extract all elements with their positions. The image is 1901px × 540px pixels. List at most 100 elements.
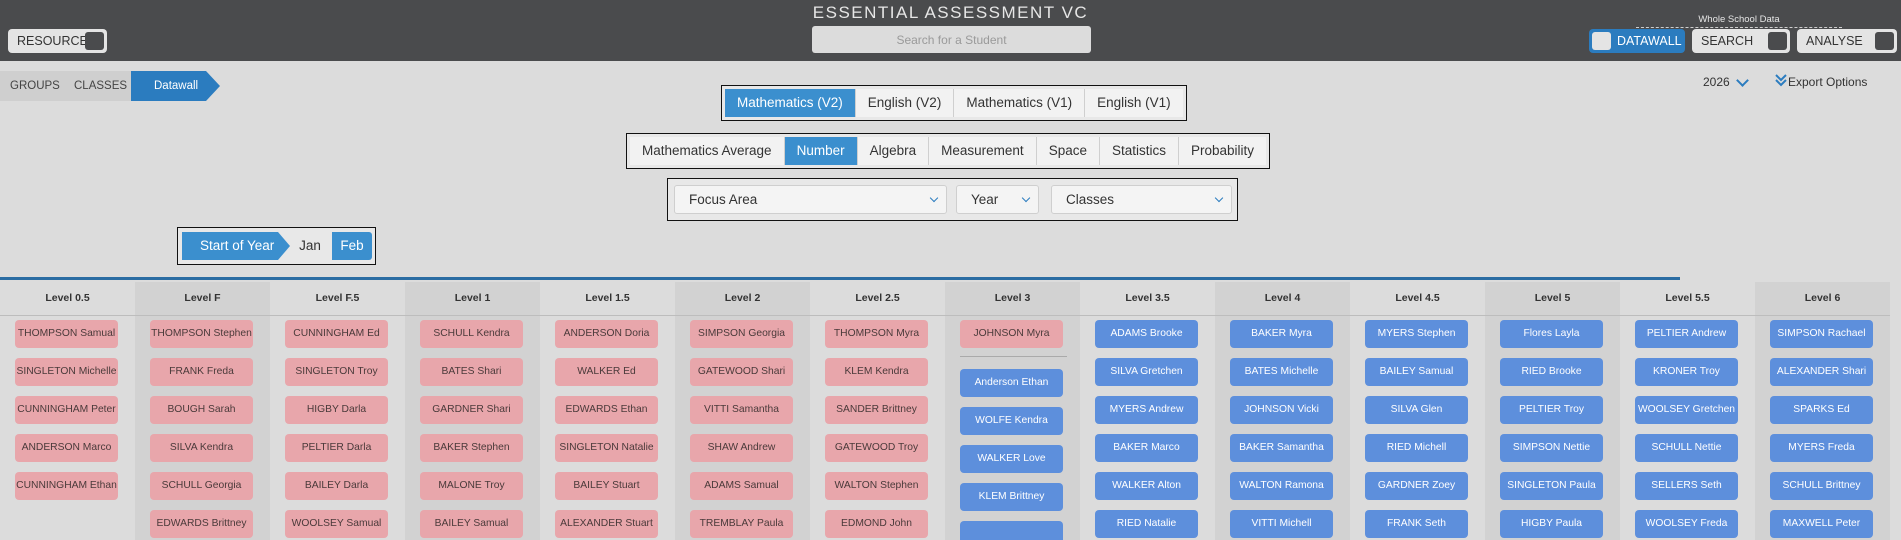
student-card[interactable]: SPARKS Ed bbox=[1770, 396, 1873, 424]
subject-tab[interactable]: English (V1) bbox=[1085, 89, 1183, 117]
student-card[interactable]: CUNNINGHAM Peter bbox=[15, 396, 118, 424]
focus-area-select[interactable]: Focus Area bbox=[674, 185, 947, 214]
student-card[interactable]: SIMPSON Rachael bbox=[1770, 320, 1873, 348]
student-card[interactable]: JOHNSON Myra bbox=[960, 320, 1063, 348]
student-search-input[interactable] bbox=[812, 26, 1091, 53]
student-card[interactable]: VITTI Samantha bbox=[690, 396, 793, 424]
strand-tab[interactable]: Probability bbox=[1178, 137, 1267, 165]
student-card[interactable]: GATEWOOD Troy bbox=[825, 434, 928, 462]
subject-tab[interactable]: Mathematics (V1) bbox=[954, 89, 1086, 117]
student-card[interactable]: ALEXANDER Stuart bbox=[555, 510, 658, 538]
student-card[interactable]: ANDERSON Doria bbox=[555, 320, 658, 348]
student-card[interactable]: THOMPSON Stephen bbox=[150, 320, 253, 348]
student-card[interactable]: WOOLSEY Samual bbox=[285, 510, 388, 538]
student-card[interactable]: ADAMS Brooke bbox=[1095, 320, 1198, 348]
student-card[interactable]: GARDNER Shari bbox=[420, 396, 523, 424]
student-card[interactable]: TREMBLAY Paula bbox=[690, 510, 793, 538]
period-feb[interactable]: Feb bbox=[332, 232, 372, 260]
subject-tab[interactable]: English (V2) bbox=[855, 89, 955, 117]
classes-select[interactable]: Classes bbox=[1051, 185, 1232, 214]
student-card[interactable]: SINGLETON Paula bbox=[1500, 472, 1603, 500]
student-card[interactable] bbox=[960, 521, 1063, 540]
student-card[interactable]: PELTIER Darla bbox=[285, 434, 388, 462]
student-card[interactable]: WALTON Stephen bbox=[825, 472, 928, 500]
student-card[interactable]: THOMPSON Myra bbox=[825, 320, 928, 348]
student-card[interactable]: BOUGH Sarah bbox=[150, 396, 253, 424]
year-filter-select[interactable]: Year bbox=[956, 185, 1039, 214]
student-card[interactable]: PELTIER Andrew bbox=[1635, 320, 1738, 348]
breadcrumb-groups[interactable]: GROUPS bbox=[0, 71, 68, 101]
student-card[interactable]: SCHULL Nettie bbox=[1635, 434, 1738, 462]
student-card[interactable]: BAKER Samantha bbox=[1230, 434, 1333, 462]
student-card[interactable]: SINGLETON Michelle bbox=[15, 358, 118, 386]
period-start-of-year[interactable]: Start of Year bbox=[182, 232, 278, 260]
search-button[interactable]: SEARCH bbox=[1692, 29, 1790, 53]
student-card[interactable]: ANDERSON Marco bbox=[15, 434, 118, 462]
student-card[interactable]: BATES Michelle bbox=[1230, 358, 1333, 386]
student-card[interactable]: BAKER Marco bbox=[1095, 434, 1198, 462]
student-card[interactable]: BAKER Stephen bbox=[420, 434, 523, 462]
strand-tab[interactable]: Measurement bbox=[929, 137, 1037, 165]
strand-tab[interactable]: Mathematics Average bbox=[630, 137, 785, 165]
subject-tab[interactable]: Mathematics (V2) bbox=[725, 89, 856, 117]
student-card[interactable]: WOOLSEY Freda bbox=[1635, 510, 1738, 538]
student-card[interactable]: Flores Layla bbox=[1500, 320, 1603, 348]
student-card[interactable]: MYERS Stephen bbox=[1365, 320, 1468, 348]
student-card[interactable]: SIMPSON Georgia bbox=[690, 320, 793, 348]
strand-tab[interactable]: Space bbox=[1036, 137, 1100, 165]
student-card[interactable]: BAILEY Samual bbox=[420, 510, 523, 538]
student-card[interactable]: KLEM Brittney bbox=[960, 483, 1063, 511]
student-card[interactable]: EDMOND John bbox=[825, 510, 928, 538]
student-card[interactable]: FRANK Freda bbox=[150, 358, 253, 386]
student-card[interactable]: SCHULL Brittney bbox=[1770, 472, 1873, 500]
student-card[interactable]: HIGBY Paula bbox=[1500, 510, 1603, 538]
student-card[interactable]: JOHNSON Vicki bbox=[1230, 396, 1333, 424]
year-select[interactable]: 2026 bbox=[1703, 75, 1730, 89]
student-card[interactable]: WOLFE Kendra bbox=[960, 407, 1063, 435]
student-card[interactable]: BAILEY Darla bbox=[285, 472, 388, 500]
student-card[interactable]: PELTIER Troy bbox=[1500, 396, 1603, 424]
analyse-button[interactable]: ANALYSE bbox=[1797, 29, 1897, 53]
strand-tab[interactable]: Algebra bbox=[857, 137, 930, 165]
student-card[interactable]: BAILEY Stuart bbox=[555, 472, 658, 500]
chevron-down-icon[interactable] bbox=[1736, 74, 1749, 87]
strand-tab[interactable]: Number bbox=[784, 137, 858, 165]
student-card[interactable]: SILVA Kendra bbox=[150, 434, 253, 462]
student-card[interactable]: WALKER Love bbox=[960, 445, 1063, 473]
student-card[interactable]: EDWARDS Brittney bbox=[150, 510, 253, 538]
student-card[interactable]: SIMPSON Nettie bbox=[1500, 434, 1603, 462]
resources-button[interactable]: RESOURCES bbox=[8, 29, 107, 53]
student-card[interactable]: KLEM Kendra bbox=[825, 358, 928, 386]
student-card[interactable]: SANDER Brittney bbox=[825, 396, 928, 424]
period-jan[interactable]: Jan bbox=[294, 232, 326, 260]
student-card[interactable]: WALKER Alton bbox=[1095, 472, 1198, 500]
student-card[interactable]: KRONER Troy bbox=[1635, 358, 1738, 386]
student-card[interactable]: SINGLETON Natalie bbox=[555, 434, 658, 462]
student-card[interactable]: WALTON Ramona bbox=[1230, 472, 1333, 500]
student-card[interactable]: ADAMS Samual bbox=[690, 472, 793, 500]
student-card[interactable]: MYERS Andrew bbox=[1095, 396, 1198, 424]
student-card[interactable]: SELLERS Seth bbox=[1635, 472, 1738, 500]
student-card[interactable]: ALEXANDER Shari bbox=[1770, 358, 1873, 386]
student-card[interactable]: SCHULL Georgia bbox=[150, 472, 253, 500]
student-card[interactable]: Anderson Ethan bbox=[960, 369, 1063, 397]
student-card[interactable]: BAILEY Samual bbox=[1365, 358, 1468, 386]
breadcrumb-datawall[interactable]: Datawall bbox=[131, 71, 206, 101]
student-card[interactable]: GATEWOOD Shari bbox=[690, 358, 793, 386]
student-card[interactable]: RIED Brooke bbox=[1500, 358, 1603, 386]
student-card[interactable]: GARDNER Zoey bbox=[1365, 472, 1468, 500]
student-card[interactable]: SINGLETON Troy bbox=[285, 358, 388, 386]
student-card[interactable]: EDWARDS Ethan bbox=[555, 396, 658, 424]
student-card[interactable]: MALONE Troy bbox=[420, 472, 523, 500]
breadcrumb-classes[interactable]: CLASSES bbox=[64, 71, 132, 101]
student-card[interactable]: MYERS Freda bbox=[1770, 434, 1873, 462]
student-card[interactable]: CUNNINGHAM Ed bbox=[285, 320, 388, 348]
student-card[interactable]: BAKER Myra bbox=[1230, 320, 1333, 348]
student-card[interactable]: WOOLSEY Gretchen bbox=[1635, 396, 1738, 424]
student-card[interactable]: VITTI Michell bbox=[1230, 510, 1333, 538]
student-card[interactable]: FRANK Seth bbox=[1365, 510, 1468, 538]
export-options-button[interactable]: Export Options bbox=[1772, 75, 1867, 89]
strand-tab[interactable]: Statistics bbox=[1099, 137, 1179, 165]
student-card[interactable]: RIED Natalie bbox=[1095, 510, 1198, 538]
student-card[interactable]: RIED Michell bbox=[1365, 434, 1468, 462]
